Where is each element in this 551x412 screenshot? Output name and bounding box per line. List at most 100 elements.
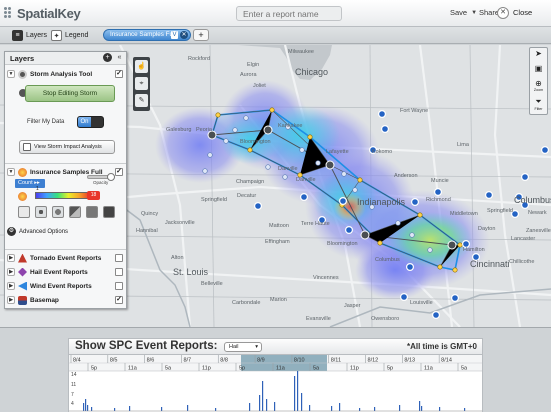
filter-toggle-value: On	[78, 117, 91, 127]
brush-icon[interactable]: ✎	[135, 94, 148, 107]
dot-renderer-icon[interactable]	[35, 206, 47, 218]
map-label-small: Newark	[528, 210, 547, 216]
square-renderer-icon[interactable]	[86, 206, 98, 218]
event-bar	[187, 405, 189, 411]
date-tick-label: 8/11	[331, 358, 341, 364]
map-draw-toolbar: ☝ ⌖ ✎	[133, 57, 150, 111]
basemap-layer-checkbox[interactable]: ✓	[115, 296, 123, 304]
app-window: SpatialKey Save▼ Share▼ ✕ Close ≡ Layers…	[0, 0, 551, 412]
save-button[interactable]: Save ▼	[450, 8, 477, 17]
add-tab-button[interactable]: +	[193, 29, 209, 41]
hour-tick-label: 11p	[202, 366, 211, 372]
layer-storm-tool[interactable]: ▼ Storm Analysis Tool ✓	[7, 68, 125, 80]
stop-editing-storm-button[interactable]: Stop Editing Storm	[25, 85, 115, 102]
close-icon[interactable]: ✕	[497, 7, 509, 19]
tab-insurance-samples[interactable]: Insurance Samples Full V ✕	[103, 29, 191, 41]
map-label-small: Lafayette	[326, 149, 349, 155]
expand-triangle-icon[interactable]: ▼	[7, 70, 15, 78]
filter-toggle[interactable]: On	[77, 116, 104, 128]
event-timeline[interactable]: 8/4 8/5 8/6 8/7 8/8 8/9 8/10 8/11 8/12 8/13 8/14 5…	[68, 354, 483, 412]
layers-tab-button[interactable]: ≡ Layers	[12, 30, 47, 41]
add-layer-icon[interactable]: +	[103, 53, 112, 62]
map-label-small: Marion	[270, 297, 287, 303]
event-bar	[114, 408, 116, 411]
map-label-small: Decatur	[237, 193, 257, 199]
grid-renderer-icon[interactable]	[69, 206, 81, 218]
tab-view-badge[interactable]: V	[171, 31, 178, 39]
expand-triangle-icon[interactable]: ▶	[7, 254, 15, 262]
hail-layer-checkbox[interactable]	[115, 268, 123, 276]
map-label-indianapolis: Indianapolis	[357, 197, 406, 207]
map-label-small: Aurora	[240, 72, 257, 78]
report-icon	[23, 143, 31, 151]
map-label-small: Jasper	[344, 303, 361, 309]
view-storm-impact-button[interactable]: View Storm Impact Analysis	[19, 140, 115, 154]
insurance-layer-checkbox[interactable]: ✓	[115, 168, 123, 176]
lasso-icon[interactable]: ⌖	[135, 77, 148, 90]
storm-tool-checkbox[interactable]: ✓	[115, 70, 123, 78]
tornado-layer-label: Tornado Event Reports	[30, 254, 102, 262]
event-bar	[301, 393, 303, 411]
event-bar	[439, 407, 441, 411]
hour-tick-label: 5a	[461, 366, 468, 372]
save-caret-icon: ▼	[471, 9, 478, 16]
expand-triangle-icon[interactable]: ▶	[7, 268, 15, 276]
event-bar	[399, 405, 401, 411]
gear-icon[interactable]: ⚙	[7, 227, 16, 236]
map-label-small: Effingham	[265, 239, 290, 245]
map-label-cincinnati: Cincinnati	[470, 259, 510, 269]
legend-tab-button[interactable]: ✦ Legend	[51, 30, 88, 41]
pointer-icon[interactable]: ☝	[135, 60, 148, 73]
layer-basemap[interactable]: ▶ Basemap ✓	[7, 294, 125, 306]
map-label-small: Bloomington	[240, 139, 271, 145]
advanced-options-link[interactable]: Advanced Options	[19, 229, 68, 235]
map-label-small: Danville	[296, 177, 316, 183]
choropleth-renderer-icon[interactable]	[103, 206, 115, 218]
map-label-small: Quincy	[141, 211, 159, 217]
count-label: Count	[18, 180, 33, 186]
layer-tornado-events[interactable]: ▶ Tornado Event Reports	[7, 252, 125, 264]
zoom-button[interactable]: ⊕ Zoom	[531, 79, 546, 93]
gmt-note: *All time is GMT+0	[406, 342, 477, 351]
opacity-label: Opacity	[93, 180, 109, 185]
basemap-flag-icon	[18, 295, 27, 305]
event-bar	[331, 406, 333, 411]
layers-stack-icon: ≡	[12, 30, 23, 41]
map-label-small: Elgin	[247, 62, 260, 68]
expand-triangle-icon[interactable]: ▼	[7, 168, 15, 176]
map-label-small: Evansville	[306, 316, 331, 322]
date-tick-label: 8/7	[183, 358, 191, 364]
map-label-small: Anderson	[394, 173, 418, 179]
bubble-renderer-icon[interactable]	[52, 206, 64, 218]
event-bar	[359, 408, 361, 411]
y-tick-label: 7	[71, 392, 74, 398]
zoom-label: Zoom	[533, 88, 544, 92]
storm-tool-icon	[18, 69, 27, 79]
map-label-small: Joliet	[253, 83, 266, 89]
hail-layer-label: Hail Event Reports	[30, 268, 88, 276]
collapse-panel-icon[interactable]: «	[115, 53, 124, 62]
map-nav-toolbar: ➤ ▣ ⊕ Zoom ⏷ Filter	[529, 47, 548, 115]
tab-close-icon[interactable]: ✕	[180, 31, 188, 39]
date-tick-label: 8/9	[257, 358, 265, 364]
zoom-box-icon[interactable]: ▣	[531, 64, 546, 78]
color-gradient-bar[interactable]	[35, 192, 91, 199]
event-type-select[interactable]: Hail ▾	[224, 342, 262, 352]
gradient-max-value[interactable]: 18	[87, 191, 100, 200]
expand-triangle-icon[interactable]: ▶	[7, 282, 15, 290]
map-label-small: Terre Haute	[301, 221, 330, 227]
date-tick-label: 8/4	[73, 358, 81, 364]
close-button[interactable]: Close	[513, 8, 532, 17]
arrow-icon[interactable]: ➤	[531, 49, 546, 63]
map-label-small: Fort Wayne	[400, 108, 429, 114]
blank-renderer-icon[interactable]	[18, 206, 30, 218]
timeline-title: Show SPC Event Reports:	[75, 340, 218, 352]
report-name-input[interactable]	[236, 6, 342, 21]
layer-wind-events[interactable]: ▶ Wind Event Reports	[7, 280, 125, 292]
filter-button[interactable]: ⏷ Filter	[531, 97, 546, 111]
expand-triangle-icon[interactable]: ▶	[7, 296, 15, 304]
tornado-layer-checkbox[interactable]	[115, 254, 123, 262]
logo: SpatialKey	[4, 5, 81, 21]
layer-hail-events[interactable]: ▶ Hail Event Reports	[7, 266, 125, 278]
wind-layer-checkbox[interactable]	[115, 282, 123, 290]
